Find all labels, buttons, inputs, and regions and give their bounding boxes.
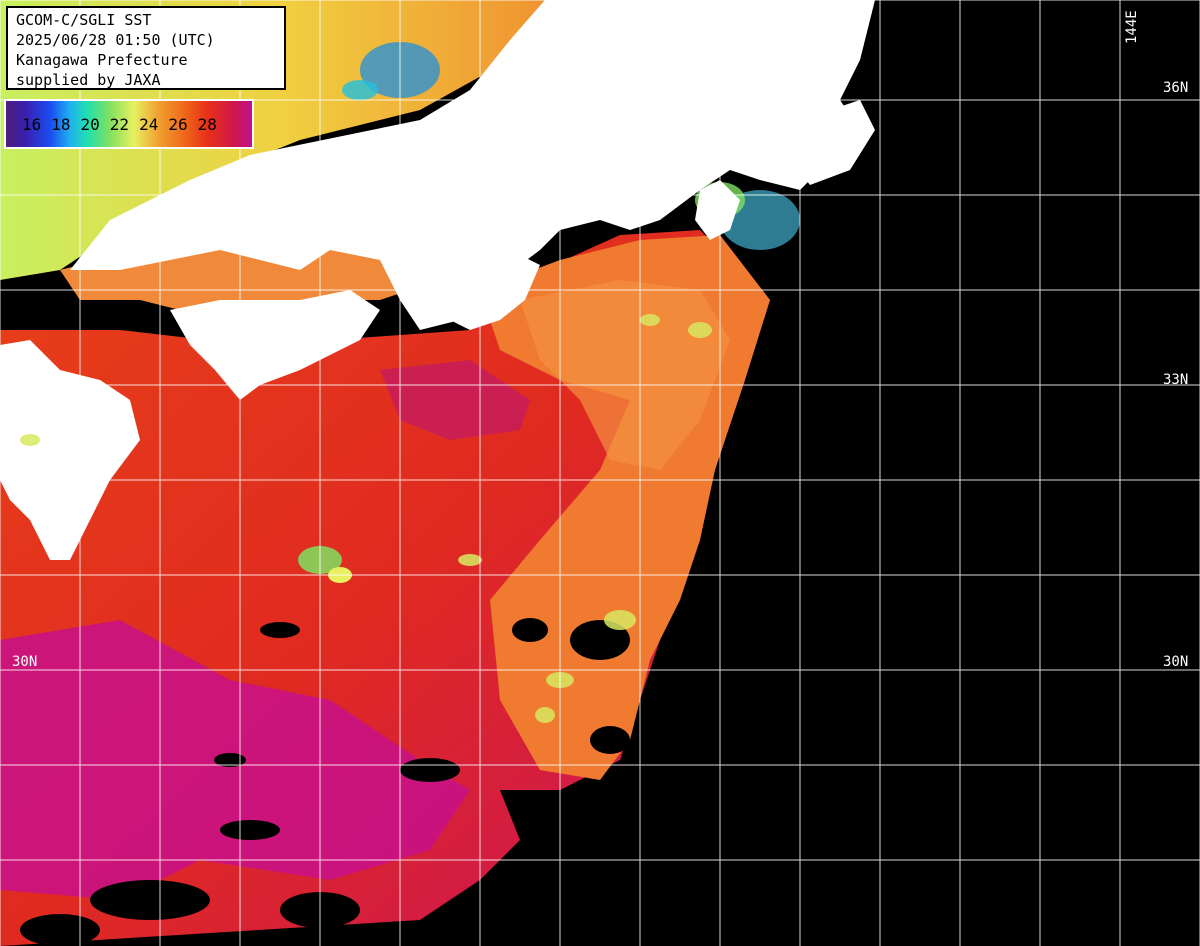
- scale-label-24: 24: [139, 114, 159, 134]
- lat-label-30n-right: 30N: [1163, 654, 1189, 670]
- land-awaji: [381, 235, 409, 275]
- data-supplier: supplied by JAXA: [16, 71, 161, 89]
- title-box: GCOM-C/SGLI SST 2025/06/28 01:50 (UTC) K…: [6, 6, 286, 90]
- land-sado: [480, 147, 500, 183]
- lat-label-33n: 33N: [1163, 372, 1189, 388]
- observation-datetime: 2025/06/28 01:50 (UTC): [16, 31, 215, 49]
- scale-label-28: 28: [197, 114, 217, 134]
- satellite-title: GCOM-C/SGLI SST: [16, 11, 152, 29]
- sst-map: GCOM-C/SGLI SST 2025/06/28 01:50 (UTC) K…: [0, 0, 1200, 946]
- scale-label-26: 26: [168, 114, 188, 134]
- scale-label-20: 20: [80, 114, 100, 134]
- lat-label-36n: 36N: [1163, 80, 1189, 96]
- scale-label-18: 18: [51, 114, 71, 134]
- scale-label-22: 22: [109, 114, 130, 134]
- temperature-color-scale: 16 18 20 22 24 26 28: [4, 99, 254, 149]
- scale-label-16: 16: [22, 114, 42, 134]
- lat-label-30n-left: 30N: [12, 654, 38, 670]
- sst-cold-pocket: [342, 80, 378, 100]
- lon-label-144e: 144E: [1124, 10, 1140, 44]
- provider-prefecture: Kanagawa Prefecture: [16, 51, 188, 69]
